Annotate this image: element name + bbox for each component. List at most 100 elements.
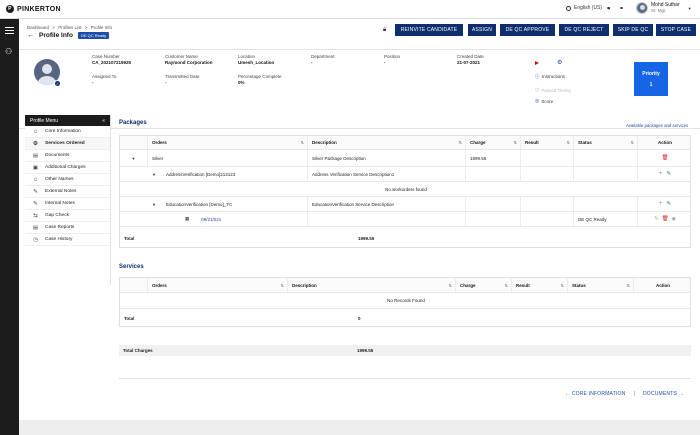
table-row: ▼ EducationVerification [Demo]_TC Educati… [120,197,690,212]
breadcrumb-profiles-list[interactable]: Profiles List [58,25,81,30]
delete-icon[interactable]: 🗑︎ [662,155,669,161]
score-icon: ◎ [535,98,540,104]
profile-menu-item[interactable]: ☺ Other Names [25,174,110,186]
lock-icon[interactable]: 🔒︎ [383,27,386,34]
user-role: Sr. Mgr. [651,8,667,13]
avatar [636,2,648,14]
profile-menu-item[interactable]: ⚙ Services Ordered [25,138,110,150]
add-icon[interactable]: + [659,171,663,177]
collapse-row-icon[interactable]: ▼ [152,172,156,177]
packages-title: Packages [119,120,147,126]
info-icon: ⓘ [535,74,541,80]
created-date-field: Created Date 21-07-2021 [457,54,484,65]
profile-menu-item-label: Internal Notes [45,201,75,206]
edit-icon[interactable]: ✎ [666,171,671,177]
table-row: ▼ AddressVerification [Demo]213123 Addres… [120,167,690,182]
note-icon: ✎ [33,188,38,195]
profile-menu-item-label: Additional Charges [45,165,86,170]
table-row: ▦ 09/21/021 DE QC Ready ✎ 🗑︎ ◉ [120,212,690,227]
profile-menu-item[interactable]: ▤ Case Reports [25,222,110,234]
profile-menu-item[interactable]: ☺ Core Information [25,126,110,138]
workorder-link[interactable]: 09/21/021 [201,217,221,222]
chevron-down-icon: ▼ [687,5,692,11]
profile-menu-item[interactable]: ▤ Documents [25,150,110,162]
names-icon: ☺ [32,176,39,183]
verified-icon: ✓ [54,80,61,87]
table-row: No workorders found [120,182,690,197]
status-badge: DE QC Ready [77,32,110,39]
breadcrumb-dashboard[interactable]: Dashboard [27,25,49,30]
profile-menu-header: Profile Menu « [25,115,110,126]
skip-de-qc-button[interactable]: SKIP DE QC [613,24,653,36]
person-icon: ☺ [32,128,39,135]
profile-menu-item[interactable]: ⇆ Gap Check [25,210,110,222]
view-icon[interactable]: ◉ [672,216,676,222]
total-row: Total 0 [124,316,361,321]
next-documents-link[interactable]: DOCUMENTS → [643,391,684,397]
edit-icon[interactable]: ✎ [654,216,659,222]
customer-name-field: Customer Name Raymond Corporation [165,54,213,65]
binoculars-alt-icon[interactable]: ⚭ [619,5,624,12]
profile-menu-item-label: Other Names [45,177,74,182]
profile-menu-item[interactable]: ✎ External Notes [25,186,110,198]
assigned-to-field: Assigned To - [92,74,117,85]
edit-icon[interactable]: ✎ [666,201,671,207]
flag-icon[interactable] [535,61,539,65]
profile-menu-item[interactable]: ▣ Additional Charges [25,162,110,174]
add-icon[interactable]: + [659,201,663,207]
case-number-field: Case Number CA_202107215925 [92,54,132,65]
case-info-panel: ✓ Case Number CA_202107215925 Customer N… [19,49,700,129]
binoculars-icon[interactable]: ⚭ [606,5,611,12]
reinvite-candidate-button[interactable]: REINVITE CANDIDATE [395,24,463,36]
collapse-icon[interactable]: « [102,118,105,124]
profile-menu-item-label: External Notes [45,189,77,194]
profile-menu-item-label: Services Ordered [45,141,85,146]
delete-icon[interactable]: 🗑︎ [662,216,669,222]
table-header: Orders ⇅ Description ⇅ Charge ⇅ Result ⇅ Sta… [120,278,690,293]
main-content: Dashboard > Profiles List > Profile Info… [19,19,700,435]
department-field: Department - [311,54,335,65]
profile-menu-item[interactable]: ✎ Internal Notes [25,198,110,210]
workorder-icon: ▦ [185,216,190,221]
history-icon: ◷ [33,236,38,243]
charges-icon: ▣ [32,164,39,171]
prev-core-information-link[interactable]: ← CORE INFORMATION [565,391,625,397]
services-table: Orders ⇅ Description ⇅ Charge ⇅ Result ⇅ Sta… [119,277,691,327]
instructions-link[interactable]: ⓘ Instructions [535,73,565,80]
top-bar: P PINKERTON English (US) ▼ ⚭ ⚭ Mohd Suth… [0,0,700,19]
services-title: Services [119,264,144,270]
collapse-row-icon[interactable]: ▼ [132,156,136,161]
priority-label: Priority [642,71,660,77]
brand-name: PINKERTON [17,5,61,13]
breadcrumb-separator: > [84,25,88,30]
language-selector[interactable]: English (US) ▼ [566,5,611,11]
collapse-row-icon[interactable]: ▼ [152,202,156,207]
table-row: ▼ Silver Silver Package Description 1999… [120,150,690,167]
user-menu[interactable]: Mohd Suthar Sr. Mgr. ▼ [636,2,692,14]
de-qc-approve-button[interactable]: DE QC APPROVE [500,24,555,36]
profile-menu-item[interactable]: ◷ Case History [25,234,110,246]
stop-case-button[interactable]: STOP CASE [656,24,696,36]
hamburger-icon[interactable] [5,27,14,34]
brand-logo[interactable]: P PINKERTON [6,5,61,13]
transmitted-date-field: Transmitted Date - [165,74,200,85]
settings-icon[interactable]: ⚙ [557,59,562,66]
report-icon: ▤ [32,224,39,231]
score-link[interactable]: ◎ Score [535,98,553,104]
globe-icon [566,5,571,11]
clock-icon: ◷ [535,87,540,93]
available-packages-link[interactable]: Available packages and services [626,123,688,128]
assign-button[interactable]: ASSIGN [468,24,496,36]
position-field: Position - [384,54,401,65]
de-qc-reject-button[interactable]: DE QC REJECT [559,24,609,36]
total-row: Total 1999.55 [124,235,375,241]
table-row: No Records Found [120,293,690,309]
back-arrow-icon[interactable]: ← [27,32,34,39]
logo-mark-icon: P [6,5,14,13]
breadcrumb-separator: > [52,25,55,30]
gap-icon: ⇆ [33,212,38,219]
page-title: Profile Info [39,32,73,39]
total-charges-bar: Total Charges 1999.55 [119,345,691,356]
breadcrumb: Dashboard > Profiles List > Profile Info [27,25,114,30]
people-icon[interactable]: ⚇ [5,47,12,56]
